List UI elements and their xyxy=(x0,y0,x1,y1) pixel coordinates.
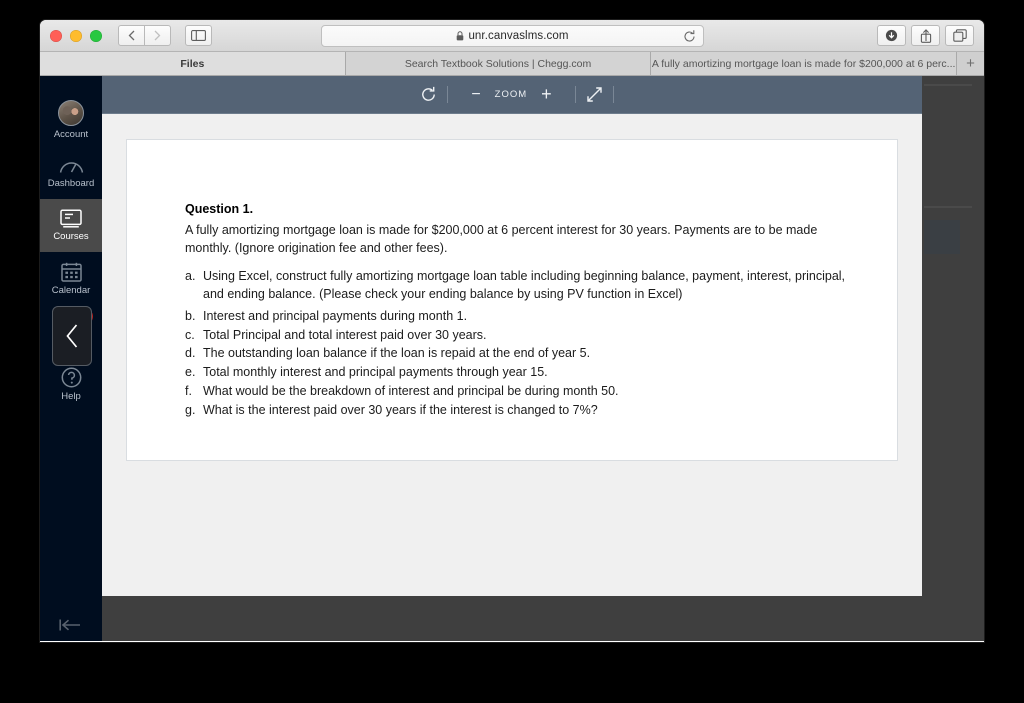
list-marker: g. xyxy=(185,402,196,417)
list-text: What would be the breakdown of interest … xyxy=(203,383,619,398)
question-intro: A fully amortizing mortgage loan is made… xyxy=(185,223,818,256)
sidebar-item-label: Account xyxy=(53,128,89,140)
maximize-window-button[interactable] xyxy=(90,29,102,42)
toolbar-right-buttons xyxy=(877,25,974,46)
browser-window: unr.canvaslms.com Files Search Textbook … xyxy=(40,20,984,642)
list-item: b. Interest and principal payments durin… xyxy=(185,308,849,326)
zoom-label: ZOOM xyxy=(494,89,528,100)
list-text: The outstanding loan balance if the loan… xyxy=(203,346,591,361)
sidebar-item-label: Dashboard xyxy=(47,178,95,189)
chevron-right-icon xyxy=(154,30,161,41)
chevron-left-icon xyxy=(128,30,135,41)
navigation-buttons xyxy=(118,25,171,46)
fullscreen-icon xyxy=(586,87,602,102)
list-item: f. What would be the breakdown of intere… xyxy=(185,383,849,401)
address-bar[interactable]: unr.canvaslms.com xyxy=(321,25,704,47)
courses-icon xyxy=(60,209,82,228)
tab-label: Files xyxy=(180,57,205,70)
avatar xyxy=(58,99,84,126)
sidebar-toggle-button[interactable] xyxy=(185,25,212,46)
tab-label: A fully amortizing mortgage loan is made… xyxy=(651,57,956,70)
reload-icon xyxy=(684,30,695,42)
zoom-controls: − ZOOM + xyxy=(448,84,574,105)
calendar-icon xyxy=(60,262,82,282)
window-controls xyxy=(50,29,102,42)
chevron-left-icon xyxy=(65,324,77,348)
share-button[interactable] xyxy=(911,25,940,46)
sidebar-item-dashboard[interactable]: Dashboard xyxy=(40,146,102,199)
list-text: What is the interest paid over 30 years … xyxy=(203,402,598,417)
document-scroll-area[interactable]: Question 1. A fully amortizing mortgage … xyxy=(102,114,922,596)
nav-collapse-button[interactable] xyxy=(40,617,102,633)
sidebar-item-label: Courses xyxy=(53,231,89,242)
page-content: Account Dashboard Courses Calendar Help … xyxy=(40,76,984,641)
share-icon xyxy=(920,28,931,43)
tab-chegg[interactable]: Search Textbook Solutions | Chegg.com xyxy=(345,52,652,75)
browser-toolbar: unr.canvaslms.com xyxy=(40,20,984,52)
tab-mortgage-question[interactable]: A fully amortizing mortgage loan is made… xyxy=(651,52,958,75)
address-text: unr.canvaslms.com xyxy=(468,30,569,42)
sidebar-item-account[interactable]: Account xyxy=(40,93,102,146)
collapse-left-icon xyxy=(59,619,80,631)
sidebar-item-calendar[interactable]: Calendar xyxy=(40,252,102,305)
behind-decoration xyxy=(924,84,972,86)
list-marker: d. xyxy=(185,346,196,361)
sidebar-item-courses[interactable]: Courses xyxy=(40,199,102,252)
lock-icon xyxy=(456,31,464,41)
dashboard-icon xyxy=(59,156,84,175)
new-tab-button[interactable]: + xyxy=(957,52,984,75)
fullscreen-button[interactable] xyxy=(576,86,613,103)
tab-overview-button[interactable] xyxy=(945,25,974,46)
file-preview-overlay: FIN301.Lab1 Question.xlsx Download xyxy=(40,76,922,641)
preview-zoom-toolbar: − ZOOM + xyxy=(102,76,922,114)
help-icon xyxy=(61,367,82,388)
sidebar-item-label: Help xyxy=(61,391,81,402)
list-text: Total Principal and total interest paid … xyxy=(203,327,487,342)
list-marker: f. xyxy=(185,383,192,398)
question-heading: Question 1. xyxy=(185,202,254,216)
list-item: d. The outstanding loan balance if the l… xyxy=(185,345,849,363)
zoom-in-button[interactable]: + xyxy=(531,84,562,105)
list-marker: c. xyxy=(185,327,195,342)
forward-button[interactable] xyxy=(144,25,171,46)
sidebar-item-label: Calendar xyxy=(51,284,91,296)
list-text: Interest and principal payments during m… xyxy=(203,308,468,323)
zoom-out-button[interactable]: − xyxy=(461,86,490,104)
minimize-window-button[interactable] xyxy=(70,29,82,42)
behind-decoration xyxy=(924,220,960,254)
download-circle-icon xyxy=(885,29,898,42)
preview-body: − ZOOM + Question 1. A fully amortizing … xyxy=(102,76,922,596)
list-item: a. Using Excel, construct fully amortizi… xyxy=(185,268,849,304)
sidebar-icon xyxy=(191,30,206,41)
tab-strip: Files Search Textbook Solutions | Chegg.… xyxy=(40,52,984,76)
tab-files[interactable]: Files xyxy=(40,52,346,75)
document-page: Question 1. A fully amortizing mortgage … xyxy=(126,139,898,462)
list-text: Using Excel, construct fully amortizing … xyxy=(203,269,846,301)
list-item: e. Total monthly interest and principal … xyxy=(185,364,849,382)
back-button[interactable] xyxy=(118,25,145,46)
behind-decoration xyxy=(924,206,972,208)
rotate-icon xyxy=(422,86,436,101)
list-marker: a. xyxy=(185,269,196,284)
toolbar-divider xyxy=(612,86,614,103)
list-marker: e. xyxy=(185,365,196,379)
rotate-button[interactable] xyxy=(410,86,447,103)
list-item: g. What is the interest paid over 30 yea… xyxy=(185,402,849,420)
list-text: Total monthly interest and principal pay… xyxy=(203,365,548,379)
reload-button[interactable] xyxy=(682,29,697,44)
list-item: c. Total Principal and total interest pa… xyxy=(185,327,849,345)
list-marker: b. xyxy=(185,308,196,323)
previous-file-button[interactable] xyxy=(52,306,92,366)
tabs-icon xyxy=(952,29,967,42)
new-tab-label: + xyxy=(966,55,975,72)
tab-label: Search Textbook Solutions | Chegg.com xyxy=(404,57,592,70)
close-window-button[interactable] xyxy=(50,29,62,42)
question-parts-list: a. Using Excel, construct fully amortizi… xyxy=(185,268,849,419)
downloads-button[interactable] xyxy=(877,25,906,46)
